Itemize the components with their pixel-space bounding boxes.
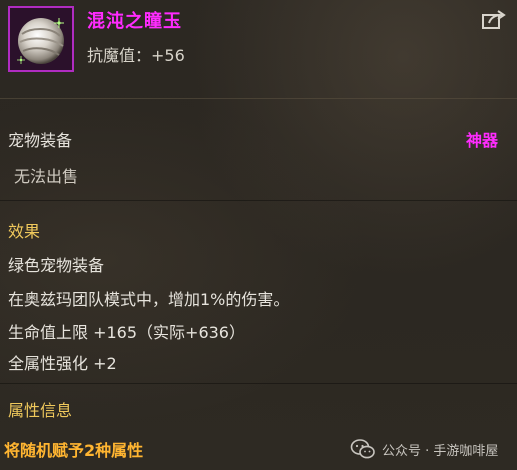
effect-line: 在奥兹玛团队模式中，增加1%的伤害。	[8, 290, 290, 309]
divider	[0, 383, 517, 384]
divider	[0, 200, 517, 201]
effect-line: 绿色宠物装备	[8, 256, 105, 275]
effect-line: 全属性强化 +2	[8, 354, 117, 373]
trade-restriction: 无法出售	[14, 167, 79, 186]
random-attribute-note: 将随机赋予2种属性	[4, 441, 144, 460]
wechat-icon	[350, 439, 375, 459]
item-header: 混沌之瞳玉 抗魔值：+56	[0, 0, 517, 92]
item-magic-resist-stat: 抗魔值：+56	[87, 46, 185, 65]
watermark: 公众号 · 手游咖啡屋	[350, 436, 498, 462]
effect-heading: 效果	[8, 222, 41, 241]
watermark-text: 公众号 · 手游咖啡屋	[382, 443, 499, 459]
divider	[0, 98, 517, 99]
chaos-eye-orb-icon	[10, 8, 72, 70]
share-icon[interactable]	[481, 8, 507, 30]
item-icon-frame[interactable]	[8, 6, 74, 72]
rarity-badge: 神器	[466, 131, 499, 150]
effect-line: 生命值上限 +165（实际+636）	[8, 323, 245, 342]
category-label: 宠物装备	[8, 131, 73, 150]
item-name: 混沌之瞳玉	[87, 11, 182, 32]
attributes-heading: 属性信息	[8, 401, 73, 420]
item-tooltip-panel: 混沌之瞳玉 抗魔值：+56 宠物装备 神器 无法出售 效果 绿色宠物装备 在奥兹…	[0, 0, 517, 470]
